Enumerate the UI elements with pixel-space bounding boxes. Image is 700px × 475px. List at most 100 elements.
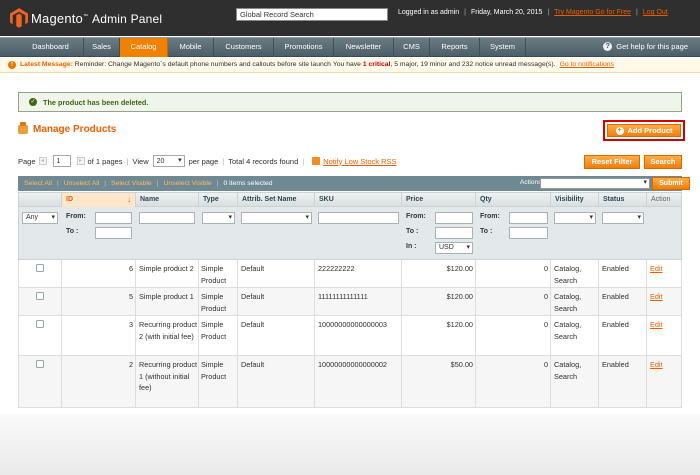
status-filter-select[interactable] — [602, 212, 644, 224]
price-from-input[interactable] — [435, 212, 473, 224]
page-number-input[interactable]: 1 — [52, 155, 71, 167]
sku-filter-input[interactable] — [318, 212, 399, 224]
of-pages-text: of 1 pages — [87, 156, 123, 166]
message-counts: , 5 major, 19 minor and 232 notice unrea… — [390, 61, 556, 68]
col-id[interactable]: ID ↓ — [62, 193, 136, 207]
success-check-icon: ✓ — [29, 98, 37, 106]
nav-catalog[interactable]: Catalog — [120, 38, 168, 57]
row-edit-link[interactable]: Edit — [650, 359, 680, 371]
success-text: The product has been deleted. — [43, 97, 149, 107]
id-to-label: To : — [66, 228, 79, 235]
nav-customers[interactable]: Customers — [214, 38, 274, 57]
nav-dashboard[interactable]: Dashboard — [18, 38, 84, 57]
col-status[interactable]: Status — [599, 193, 647, 207]
help-icon: ? — [603, 42, 613, 51]
help-link[interactable]: ? Get help for this page — [603, 42, 688, 51]
row-sku: 11111111111111 — [318, 292, 368, 301]
row-price: $120.00 — [446, 264, 473, 273]
page-title: Manage Products — [33, 124, 117, 135]
massaction-any-select[interactable]: Any — [22, 212, 58, 224]
nav-cms[interactable]: CMS — [394, 38, 430, 57]
col-price[interactable]: Price — [402, 193, 476, 207]
per-page-select[interactable]: 20 — [152, 155, 185, 167]
select-all-link[interactable]: Select All — [24, 180, 52, 187]
table-row: 2 Recurring product 1 (without initial f… — [18, 356, 682, 408]
col-type[interactable]: Type — [199, 193, 238, 207]
price-currency-label: In : — [406, 243, 417, 250]
logo-brand: Magento — [31, 10, 83, 26]
nav-reports[interactable]: Reports — [430, 38, 480, 57]
logout-link[interactable]: Log Out — [643, 9, 668, 16]
row-status: Enabled — [602, 292, 629, 301]
help-label: Get help for this page — [616, 42, 688, 51]
row-visibility: Catalog, Search — [554, 320, 582, 341]
go-to-notifications-link[interactable]: Go to notifications — [560, 58, 614, 72]
app-header: Magento™ Admin Panel Global Record Searc… — [0, 0, 700, 36]
add-product-button[interactable]: + Add Product — [607, 124, 681, 137]
unselect-visible-link[interactable]: Unselect Visible — [163, 180, 211, 187]
grid-header-row: ID ↓ Name Type Attrib. Set Name SKU Price… — [18, 192, 682, 207]
id-to-input[interactable] — [95, 227, 132, 239]
row-status: Enabled — [602, 360, 629, 369]
magento-logo-icon — [10, 8, 28, 28]
id-from-label: From: — [66, 213, 86, 220]
price-to-label: To : — [406, 228, 419, 235]
nav-promotions[interactable]: Promotions — [274, 38, 334, 57]
notify-low-stock-rss-link[interactable]: Notify Low Stock RSS — [323, 157, 396, 166]
view-label: View — [132, 156, 149, 166]
col-name[interactable]: Name — [136, 193, 199, 207]
row-visibility: Catalog, Search — [554, 360, 582, 381]
row-checkbox[interactable] — [36, 264, 44, 272]
row-type: Simple Product — [201, 264, 227, 285]
current-date: Friday, March 20, 2015 — [470, 9, 543, 16]
visibility-filter-select[interactable] — [554, 212, 596, 224]
search-button[interactable]: Search — [644, 155, 682, 169]
critical-count: 1 critical — [362, 61, 391, 68]
nav-newsletter[interactable]: Newsletter — [334, 38, 394, 57]
try-magento-go-link[interactable]: Try Magento Go for Free — [554, 9, 631, 16]
sort-desc-icon: ↓ — [127, 195, 131, 204]
attrib-set-filter-select[interactable] — [241, 212, 312, 224]
type-filter-select[interactable] — [202, 212, 235, 224]
col-massaction — [19, 193, 62, 207]
row-edit-link[interactable]: Edit — [650, 263, 680, 275]
row-checkbox[interactable] — [36, 292, 44, 300]
warning-icon: ! — [8, 61, 16, 69]
qty-to-input[interactable] — [509, 227, 548, 239]
global-search-input[interactable]: Global Record Search — [236, 8, 388, 21]
nav-system[interactable]: System — [480, 38, 526, 57]
submit-button[interactable]: Submit — [652, 177, 690, 190]
col-attrib-set[interactable]: Attrib. Set Name — [238, 193, 315, 207]
row-visibility: Catalog, Search — [554, 292, 582, 313]
qty-from-input[interactable] — [509, 212, 548, 224]
qty-to-label: To : — [480, 228, 493, 235]
col-sku[interactable]: SKU — [315, 193, 402, 207]
nav-mobile[interactable]: Mobile — [168, 38, 214, 57]
row-price: $50.00 — [450, 360, 473, 369]
unselect-all-link[interactable]: Unselect All — [64, 180, 100, 187]
reset-filter-button[interactable]: Reset Filter — [584, 155, 640, 169]
row-id: 2 — [128, 360, 133, 369]
select-visible-link[interactable]: Select Visible — [111, 180, 152, 187]
row-attrib-set: Default — [241, 264, 265, 273]
row-checkbox[interactable] — [36, 360, 44, 368]
logo-subtitle: Admin Panel — [92, 11, 163, 26]
row-edit-link[interactable]: Edit — [650, 319, 680, 331]
row-edit-link[interactable]: Edit — [650, 291, 680, 303]
main-content: ✓ The product has been deleted. Manage P… — [0, 74, 700, 475]
row-visibility: Catalog, Search — [554, 264, 582, 285]
row-price: $120.00 — [446, 320, 473, 329]
name-filter-input[interactable] — [139, 212, 195, 224]
nav-sales[interactable]: Sales — [84, 38, 120, 57]
col-qty[interactable]: Qty — [476, 193, 551, 207]
actions-select[interactable] — [540, 178, 650, 189]
price-to-input[interactable] — [435, 227, 473, 239]
magento-logo[interactable]: Magento™ Admin Panel — [10, 7, 162, 29]
prev-page-icon[interactable]: ◂ — [38, 157, 47, 165]
next-page-icon[interactable]: ▸ — [76, 157, 85, 165]
id-from-input[interactable] — [95, 212, 132, 224]
col-visibility[interactable]: Visibility — [551, 193, 599, 207]
currency-select[interactable]: USD — [435, 242, 473, 254]
row-type: Simple Product — [201, 292, 227, 313]
row-checkbox[interactable] — [36, 320, 44, 328]
